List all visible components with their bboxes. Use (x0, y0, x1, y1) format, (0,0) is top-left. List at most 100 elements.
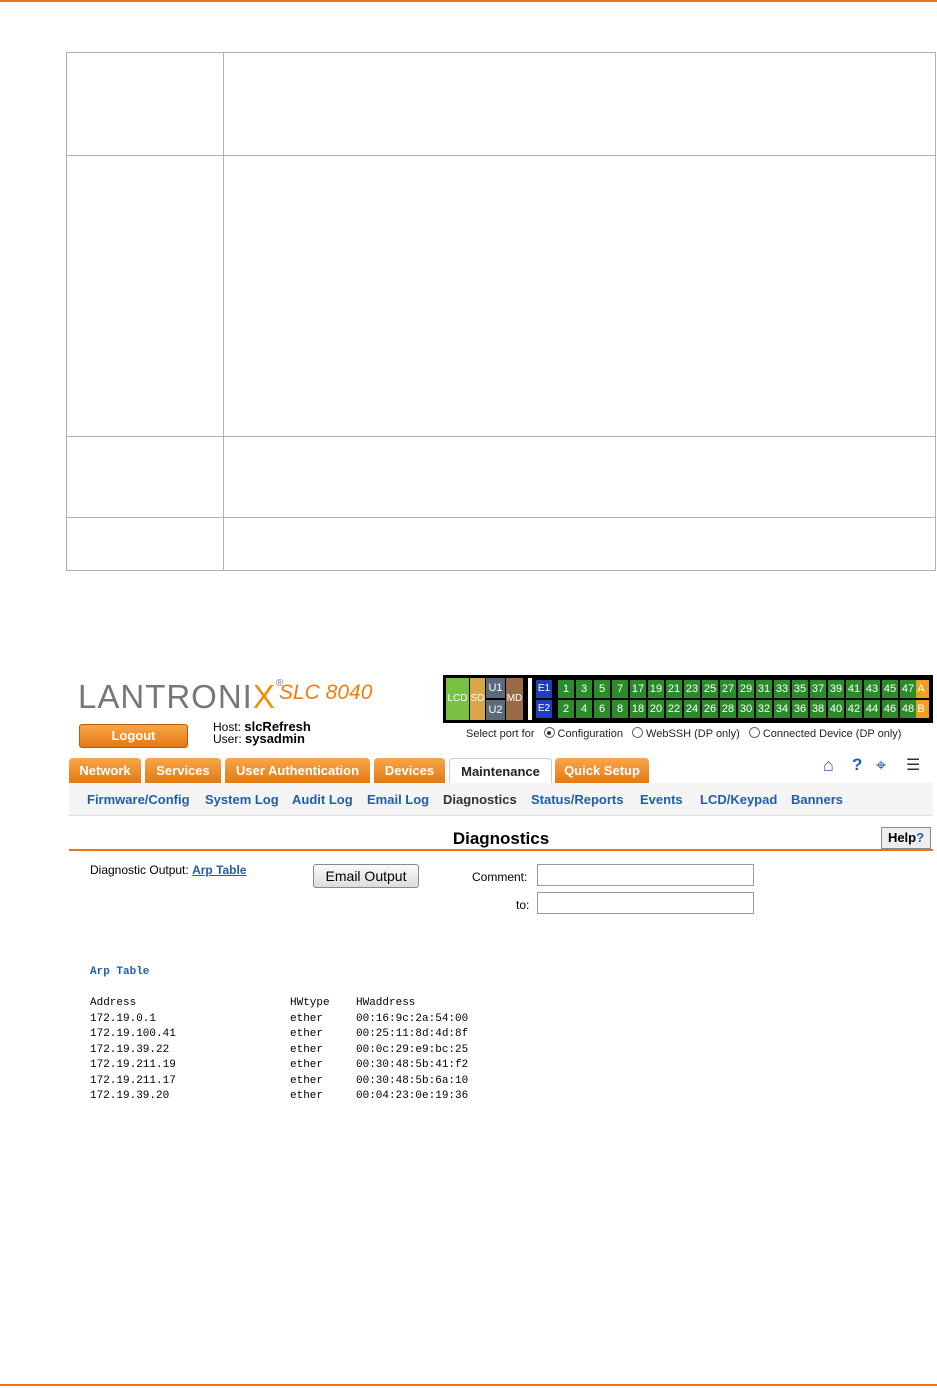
port-20[interactable]: 20 (648, 700, 664, 718)
slc-web-ui: LANTRONIX® SLC 8040 Logout Host: slcRefr… (66, 658, 936, 1118)
arp-cell: ether (290, 1012, 324, 1025)
port-4[interactable]: 4 (576, 700, 592, 718)
port-select-row: Select port for Configuration WebSSH (DP… (466, 727, 901, 740)
tab-maintenance[interactable]: Maintenance (449, 758, 552, 785)
subnav-events[interactable]: Events (640, 792, 683, 807)
table-row (67, 517, 935, 571)
arp-cell: 172.19.39.22 (90, 1043, 170, 1056)
port-39[interactable]: 39 (828, 680, 844, 698)
radio-webssh[interactable] (632, 727, 644, 738)
sitemap-icon[interactable]: ⌖ (876, 755, 886, 776)
subnav-audit-log[interactable]: Audit Log (292, 792, 353, 807)
arp-cell: 172.19.211.17 (90, 1074, 176, 1087)
port-17[interactable]: 17 (630, 680, 646, 698)
tab-quick-setup[interactable]: Quick Setup (555, 758, 649, 784)
port-40[interactable]: 40 (828, 700, 844, 718)
port-28[interactable]: 28 (720, 700, 736, 718)
port-45[interactable]: 45 (882, 680, 898, 698)
radio-connected-device[interactable] (748, 727, 760, 738)
arp-cell: 172.19.100.41 (90, 1028, 176, 1040)
email-output-button[interactable]: Email Output (313, 864, 419, 888)
port-36[interactable]: 36 (792, 700, 808, 718)
header-rule (0, 0, 937, 2)
arp-header-address: Address (90, 997, 137, 1009)
port-sd[interactable]: SD (470, 678, 485, 720)
subnav-system-log[interactable]: System Log (205, 792, 279, 807)
arp-cell: ether (290, 1059, 324, 1071)
to-label: to: (516, 898, 530, 912)
comment-input[interactable] (537, 864, 754, 886)
port-u1[interactable]: U1 (486, 678, 505, 698)
port-e2[interactable]: E2 (536, 700, 552, 718)
port-41[interactable]: 41 (846, 680, 862, 698)
port-5[interactable]: 5 (594, 680, 610, 698)
port-25[interactable]: 25 (702, 680, 718, 698)
port-44[interactable]: 44 (864, 700, 880, 718)
tab-services[interactable]: Services (145, 758, 221, 784)
table-cell (67, 156, 224, 437)
port-md[interactable]: MD (506, 678, 523, 720)
port-24[interactable]: 24 (684, 700, 700, 718)
port-19[interactable]: 19 (648, 680, 664, 698)
diagnostic-output-link[interactable]: Arp Table (192, 863, 246, 877)
port-6[interactable]: 6 (594, 700, 610, 718)
port-u2[interactable]: U2 (486, 700, 505, 720)
port-46[interactable]: 46 (882, 700, 898, 718)
arp-cell: 172.19.39.20 (90, 1090, 170, 1102)
port-2[interactable]: 2 (558, 700, 574, 718)
port-47[interactable]: 47 (900, 680, 916, 698)
log-icon[interactable]: ☰ (906, 755, 920, 775)
port-27[interactable]: 27 (720, 680, 736, 698)
table-row (67, 155, 935, 437)
arp-header-hwaddress: HWaddress (356, 997, 416, 1009)
arp-cell: 00:0c:29:e9:bc:25 (356, 1043, 469, 1056)
tab-user-authentication[interactable]: User Authentication (225, 758, 370, 784)
port-42[interactable]: 42 (846, 700, 862, 718)
port-35[interactable]: 35 (792, 680, 808, 698)
home-icon[interactable]: ⌂ (823, 755, 834, 776)
port-26[interactable]: 26 (702, 700, 718, 718)
radio-configuration-label: Configuration (557, 728, 623, 740)
port-37[interactable]: 37 (810, 680, 826, 698)
subnav-status-reports[interactable]: Status/Reports (531, 792, 623, 807)
port-23[interactable]: 23 (684, 680, 700, 698)
logout-button[interactable]: Logout (79, 724, 188, 748)
port-7[interactable]: 7 (612, 680, 628, 698)
arp-cell: 00:04:23:0e:19:36 (356, 1090, 469, 1102)
arp-cell: 00:16:9c:2a:54:00 (356, 1012, 469, 1025)
subnav-lcd-keypad[interactable]: LCD/Keypad (700, 792, 777, 807)
port-43[interactable]: 43 (864, 680, 880, 698)
port-48[interactable]: 48 (900, 700, 916, 718)
port-29[interactable]: 29 (738, 680, 754, 698)
help-button[interactable]: Help? (881, 827, 931, 849)
port-21[interactable]: 21 (666, 680, 682, 698)
port-34[interactable]: 34 (774, 700, 790, 718)
port-38[interactable]: 38 (810, 700, 826, 718)
title-rule (69, 849, 933, 851)
port-8[interactable]: 8 (612, 700, 628, 718)
diagnostic-output: Diagnostic Output: Arp Table (90, 863, 247, 877)
tab-devices[interactable]: Devices (374, 758, 445, 784)
subnav-banners[interactable]: Banners (791, 792, 843, 807)
comment-label: Comment: (472, 870, 528, 884)
port-lcd[interactable]: LCD (446, 678, 469, 720)
port-18[interactable]: 18 (630, 700, 646, 718)
question-icon: ? (916, 830, 925, 845)
port-32[interactable]: 32 (756, 700, 772, 718)
subnav-diagnostics[interactable]: Diagnostics (443, 792, 517, 807)
port-33[interactable]: 33 (774, 680, 790, 698)
tab-network[interactable]: Network (69, 758, 141, 784)
port-31[interactable]: 31 (756, 680, 772, 698)
arp-cell: ether (290, 1043, 324, 1056)
help-icon[interactable]: ? (852, 755, 862, 775)
subnav-firmware-config[interactable]: Firmware/Config (87, 792, 190, 807)
port-1[interactable]: 1 (558, 680, 574, 698)
port-3[interactable]: 3 (576, 680, 592, 698)
radio-configuration[interactable] (543, 727, 555, 738)
subnav-email-log[interactable]: Email Log (367, 792, 429, 807)
port-22[interactable]: 22 (666, 700, 682, 718)
document-table (66, 52, 936, 571)
port-30[interactable]: 30 (738, 700, 754, 718)
to-input[interactable] (537, 892, 754, 914)
port-e1[interactable]: E1 (536, 680, 552, 698)
